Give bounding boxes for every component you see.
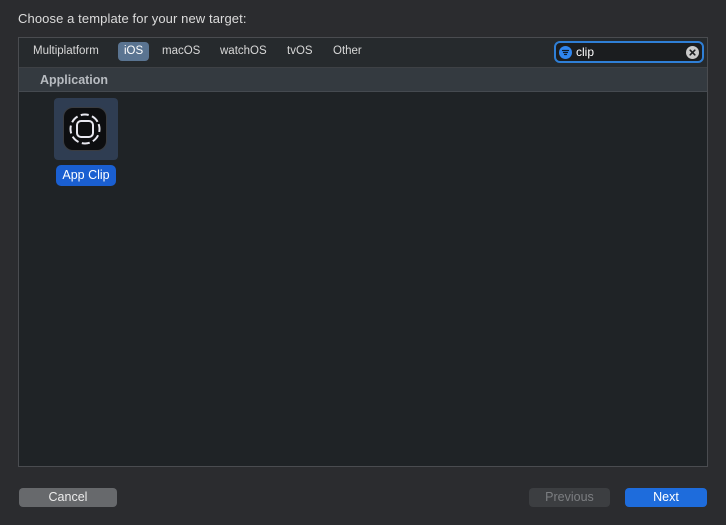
- next-button[interactable]: Next: [625, 488, 707, 507]
- sheet-title: Choose a template for your new target:: [18, 11, 247, 26]
- tab-watchos[interactable]: watchOS: [214, 42, 273, 61]
- template-label: App Clip: [56, 165, 116, 186]
- section-header-application: Application: [19, 68, 707, 92]
- clear-icon[interactable]: [686, 46, 699, 59]
- previous-button[interactable]: Previous: [529, 488, 610, 507]
- search-input[interactable]: [576, 44, 676, 60]
- tab-multiplatform[interactable]: Multiplatform: [27, 42, 105, 61]
- filter-icon[interactable]: [559, 46, 572, 59]
- template-browser: Multiplatform iOS macOS watchOS tvOS Oth…: [18, 37, 708, 467]
- tab-ios[interactable]: iOS: [118, 42, 150, 61]
- tab-other[interactable]: Other: [327, 42, 368, 61]
- tab-macos[interactable]: macOS: [156, 42, 206, 61]
- tab-tvos[interactable]: tvOS: [281, 42, 319, 61]
- platform-tab-bar: Multiplatform iOS macOS watchOS tvOS Oth…: [19, 38, 707, 68]
- new-target-sheet: Choose a template for your new target: M…: [0, 0, 726, 525]
- section-title: Application: [40, 73, 109, 87]
- app-clip-icon: [64, 108, 106, 150]
- filter-search-field[interactable]: [554, 41, 704, 63]
- cancel-button[interactable]: Cancel: [19, 488, 117, 507]
- template-app-clip[interactable]: App Clip: [54, 98, 118, 190]
